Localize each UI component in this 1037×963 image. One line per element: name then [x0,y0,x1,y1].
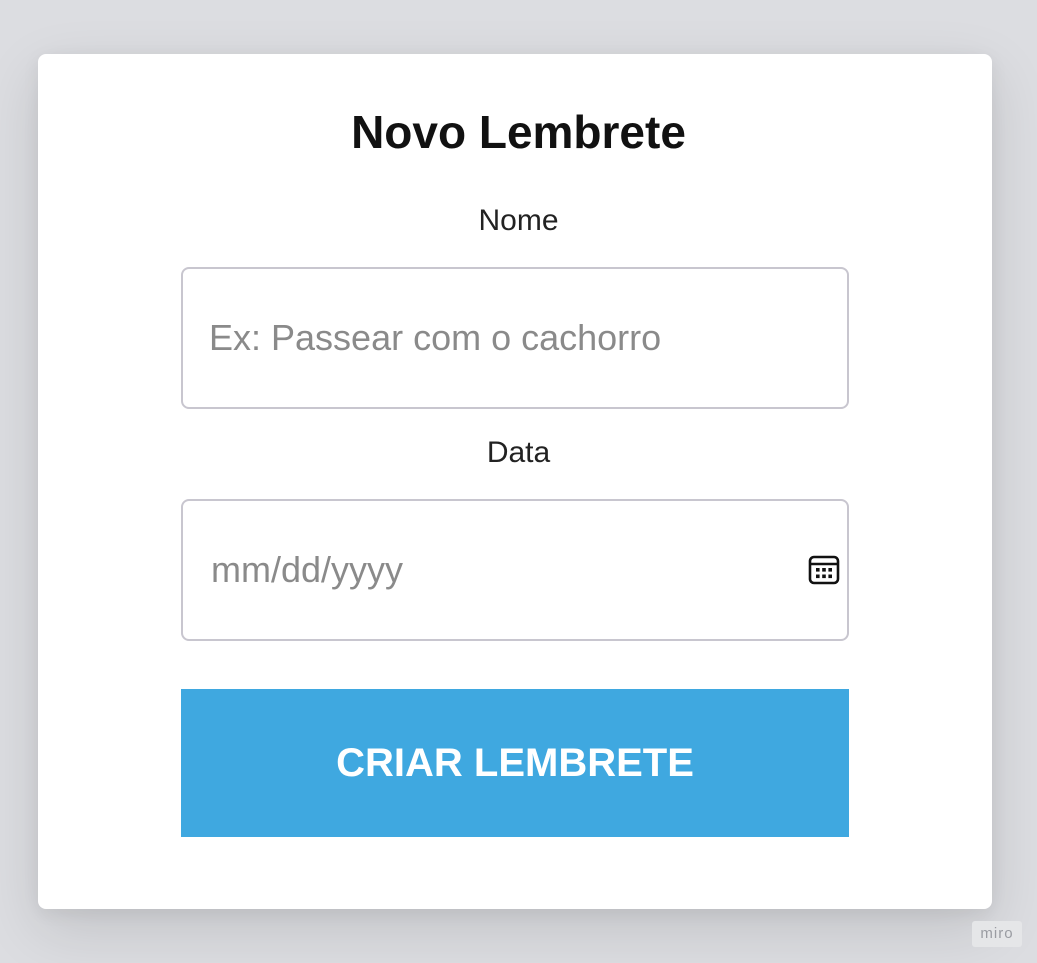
miro-watermark: miro [972,921,1022,947]
name-input[interactable] [183,269,847,407]
date-field[interactable]: mm/dd/yyyy [181,499,849,641]
name-field-container [181,267,849,409]
date-input-placeholder: mm/dd/yyyy [211,549,404,590]
create-reminder-button[interactable]: CRIAR LEMBRETE [181,689,849,837]
name-label: Nome [478,204,559,237]
date-label: Data [486,436,551,469]
calendar-icon[interactable] [807,552,841,586]
form-title: Novo Lembrete [351,106,686,158]
